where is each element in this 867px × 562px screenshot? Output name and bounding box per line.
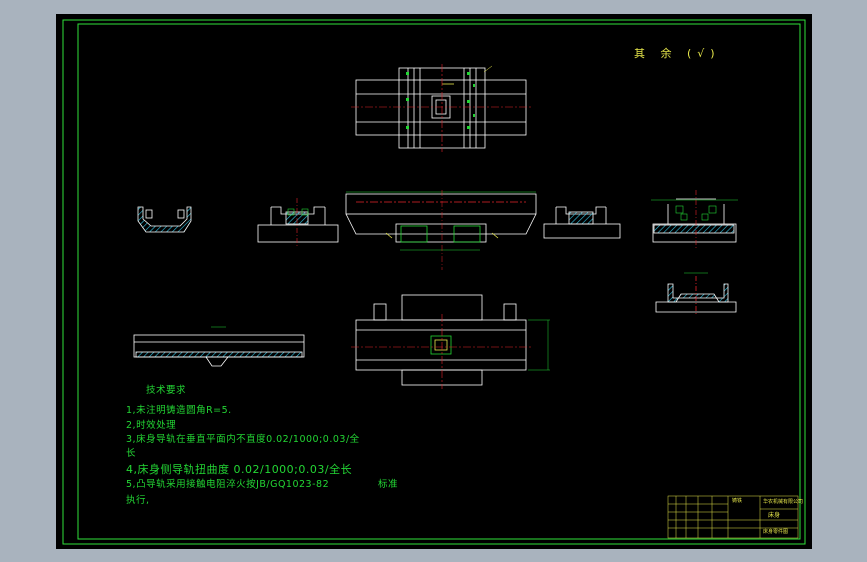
title-block-company: 华农机械有限公司	[763, 499, 804, 505]
title-block-material: 铸铁	[732, 498, 743, 504]
surface-finish-label: 其 余 (√)	[634, 47, 721, 60]
section-d	[652, 198, 737, 243]
top-view-centerlines	[351, 64, 531, 152]
title-block-drawing-no: 床身零件图	[763, 529, 789, 535]
note-4: 4,床身侧导轨扭曲度 0.02/1000;0.03/全长	[126, 463, 353, 476]
cad-viewport[interactable]: 其 余 (√) 技术要求 1,未注明铸造圆角R=5. 2,时效处理 3,床身导轨…	[56, 14, 812, 549]
section-e	[655, 272, 737, 316]
inner-frame	[77, 23, 801, 540]
top-view-details	[406, 72, 475, 129]
note-2: 2,时效处理	[126, 420, 177, 431]
note-5: 5,凸导轨采用接触电阻淬火按JB/GQ1023-82	[126, 479, 330, 490]
section-b	[257, 206, 339, 243]
long-section	[133, 326, 305, 367]
bottom-plan-view	[355, 294, 527, 386]
bottom-plan-dims	[528, 319, 550, 371]
top-plan-view	[355, 67, 527, 149]
section-c	[543, 206, 621, 239]
note-5-cont: 执行,	[126, 495, 150, 506]
title-block-part-name: 床身	[768, 512, 781, 519]
note-3-cont: 长	[126, 448, 137, 459]
section-a	[137, 206, 192, 233]
note-5-standard: 标准	[378, 479, 399, 490]
bottom-plan-centerlines	[351, 314, 531, 389]
tech-requirements-title: 技术要求	[146, 385, 187, 396]
note-3: 3,床身导轨在垂直平面内不直度0.02/1000;0.03/全	[126, 434, 360, 445]
front-elevation	[345, 193, 537, 243]
note-1: 1,未注明铸造圆角R=5.	[126, 405, 232, 416]
